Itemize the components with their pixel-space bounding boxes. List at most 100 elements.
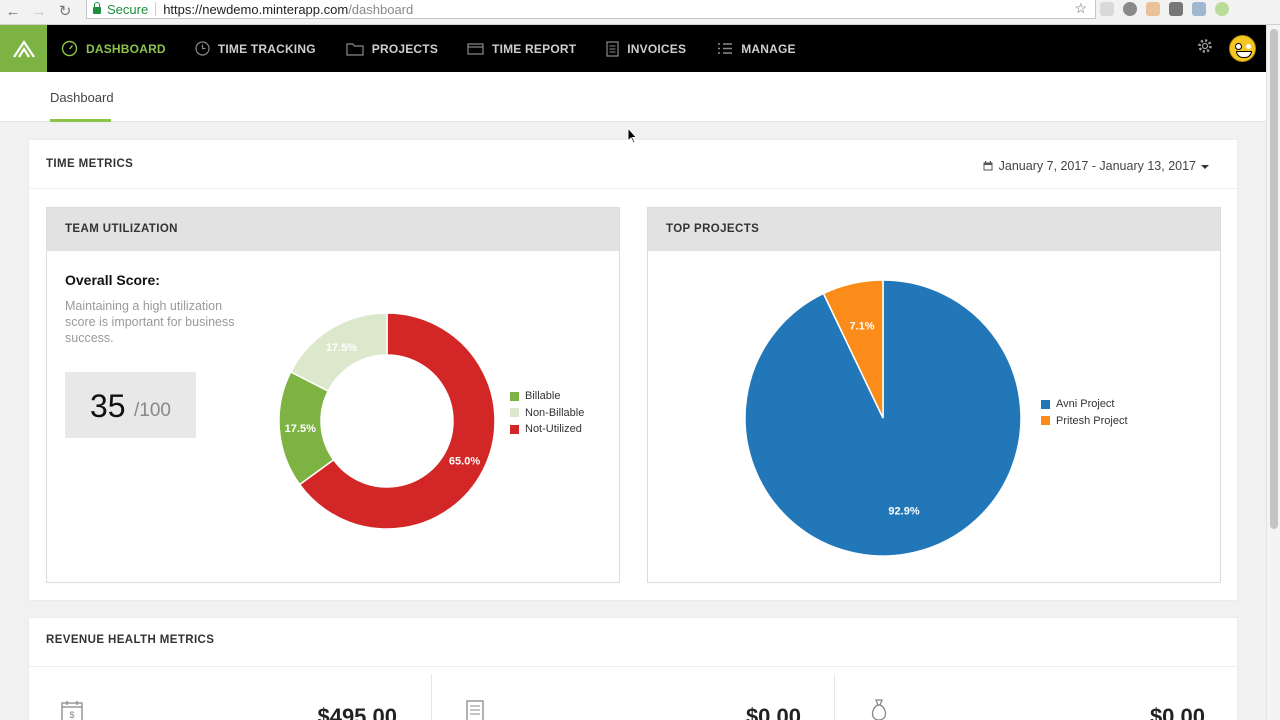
time-metrics-title: TIME METRICS	[46, 158, 134, 170]
extension-icon[interactable]	[1215, 2, 1229, 16]
team-utilization-panel: TEAM UTILIZATION Overall Score: Maintain…	[46, 207, 620, 583]
score-value: 35	[90, 388, 126, 424]
score-description: Maintaining a high utilization score is …	[65, 299, 235, 345]
nav-label: MANAGE	[741, 41, 796, 56]
panel-header: TEAM UTILIZATION	[47, 208, 619, 251]
legend-non-billable[interactable]: Non-Billable	[510, 405, 584, 422]
avatar[interactable]	[1229, 35, 1256, 62]
nav-label: DASHBOARD	[86, 41, 166, 56]
list-icon	[717, 42, 733, 55]
nav-label: PROJECTS	[371, 41, 439, 56]
projects-legend: Avni Project Pritesh Project	[1041, 396, 1128, 429]
legend-swatch	[510, 408, 519, 418]
legend-billable[interactable]: Billable	[510, 388, 584, 405]
extension-icon[interactable]	[1146, 2, 1160, 16]
legend-label: Not-Utilized	[525, 423, 582, 436]
top-projects-title: TOP PROJECTS	[666, 223, 760, 235]
date-range-picker[interactable]: January 7, 2017 - January 13, 2017	[983, 159, 1209, 173]
subnav: Dashboard	[0, 72, 1266, 122]
lock-icon	[93, 1, 101, 14]
invoice-icon	[466, 700, 484, 720]
logo[interactable]	[0, 25, 47, 72]
legend-label: Pritesh Project	[1056, 414, 1128, 427]
time-metrics-card: TIME METRICS January 7, 2017 - January 1…	[28, 139, 1238, 601]
url-divider	[155, 2, 157, 16]
nav-invoices[interactable]: INVOICES	[606, 25, 686, 72]
browser-toolbar: ← → ↻ Secure https://newdemo.minterapp.c…	[0, 0, 1280, 25]
column-divider	[834, 674, 835, 720]
legend-avni-project[interactable]: Avni Project	[1041, 396, 1128, 413]
secure-label: Secure	[107, 1, 149, 17]
slice-value-label: 17.5%	[285, 423, 316, 435]
top-projects-panel: TOP PROJECTS 92.9% 7.1% Avni Project Prite…	[647, 207, 1221, 583]
score-max: /100	[134, 400, 171, 421]
top-projects-pie-chart: 92.9% 7.1%	[744, 280, 1022, 557]
tab-dashboard[interactable]: Dashboard	[50, 90, 114, 105]
revenue-amount: $0.00	[745, 704, 801, 720]
score-title: Overall Score:	[65, 272, 160, 288]
back-icon[interactable]: ←	[0, 4, 26, 20]
url-path: /dashboard	[348, 1, 414, 17]
address-bar[interactable]: Secure https://newdemo.minterapp.com/das…	[86, 0, 1096, 19]
bookmark-star-icon[interactable]: ☆	[1074, 0, 1087, 17]
reload-icon[interactable]: ↻	[52, 4, 78, 20]
nav-label: TIME TRACKING	[217, 41, 316, 56]
legend-label: Non-Billable	[525, 406, 585, 419]
folder-icon	[346, 42, 364, 56]
extension-icon[interactable]	[1169, 2, 1183, 16]
mouse-cursor	[627, 127, 637, 144]
date-range-label: January 7, 2017 - January 13, 2017	[998, 159, 1196, 173]
legend-swatch	[510, 424, 519, 434]
column-divider	[431, 674, 432, 720]
extension-icon[interactable]	[1100, 2, 1114, 16]
gear-icon[interactable]	[1197, 38, 1213, 59]
card-icon	[467, 42, 484, 55]
card-divider	[29, 188, 1237, 189]
url-host: https://newdemo.minterapp.com	[163, 1, 349, 17]
revenue-amount: $495.00	[317, 704, 397, 720]
nav-label: INVOICES	[627, 41, 687, 56]
slice-value-label: 65.0%	[449, 455, 480, 467]
score-box: 35 /100	[65, 372, 196, 438]
document-icon	[606, 40, 619, 57]
utilization-donut-chart: 65.0% 17.5% 17.5%	[278, 312, 496, 530]
caret-down-icon	[1201, 164, 1209, 169]
panel-header: TOP PROJECTS	[648, 208, 1220, 251]
extension-icon[interactable]	[1123, 2, 1137, 16]
active-tab-indicator	[50, 119, 111, 122]
card-divider	[29, 666, 1237, 667]
revenue-metrics-title: REVENUE HEALTH METRICS	[46, 634, 215, 646]
scrollbar-thumb[interactable]	[1270, 29, 1278, 529]
slice-value-label: 7.1%	[849, 320, 874, 332]
calendar-dollar-icon: $	[61, 700, 83, 720]
gauge-icon	[61, 40, 78, 57]
legend-label: Billable	[525, 390, 561, 403]
utilization-legend: Billable Non-Billable Not-Utilized	[510, 388, 584, 438]
forward-icon[interactable]: →	[26, 4, 52, 20]
extension-icon[interactable]	[1192, 2, 1206, 16]
nav-projects[interactable]: PROJECTS	[346, 25, 438, 72]
revenue-amount: $0.00	[1149, 704, 1205, 720]
nav-dashboard[interactable]: DASHBOARD	[61, 25, 166, 72]
revenue-metrics-card: REVENUE HEALTH METRICS $ $495.00 $0.00 $…	[28, 617, 1238, 720]
legend-not-utilized[interactable]: Not-Utilized	[510, 421, 584, 438]
nav-time-tracking[interactable]: TIME TRACKING	[195, 25, 316, 72]
legend-pritesh-project[interactable]: Pritesh Project	[1041, 413, 1128, 430]
svg-text:$: $	[69, 710, 74, 720]
calendar-icon	[983, 161, 993, 171]
legend-swatch	[510, 391, 519, 401]
nav-label: TIME REPORT	[492, 41, 577, 56]
clock-icon	[195, 41, 210, 56]
money-bag-icon	[867, 698, 891, 720]
legend-swatch	[1041, 399, 1050, 409]
slice-value-label: 17.5%	[326, 342, 357, 354]
logo-icon	[12, 39, 35, 58]
slice-value-label: 92.9%	[888, 506, 919, 518]
main-navbar: DASHBOARD TIME TRACKING PROJECTS TIME RE…	[0, 25, 1266, 72]
legend-label: Avni Project	[1056, 398, 1115, 411]
page-scrollbar[interactable]	[1266, 25, 1280, 720]
team-utilization-title: TEAM UTILIZATION	[65, 223, 178, 235]
nav-time-report[interactable]: TIME REPORT	[467, 25, 576, 72]
legend-swatch	[1041, 416, 1050, 426]
nav-manage[interactable]: MANAGE	[717, 25, 796, 72]
